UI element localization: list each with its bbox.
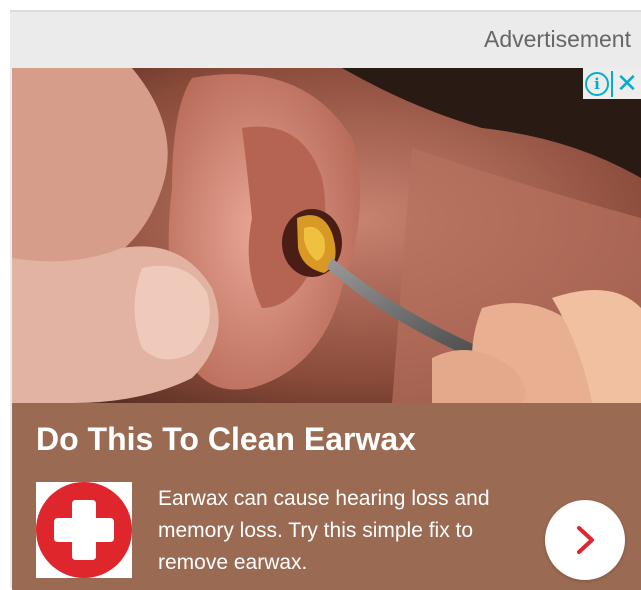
ad-header: Advertisement: [10, 12, 641, 68]
ad-content-panel[interactable]: Do This To Clean Earwax Earwax can cause…: [12, 403, 641, 590]
info-icon[interactable]: i: [583, 68, 611, 99]
ad-headline[interactable]: Do This To Clean Earwax: [36, 421, 416, 458]
advertisement-label: Advertisement: [483, 26, 631, 52]
ad-description: Earwax can cause hearing loss and memory…: [158, 487, 490, 574]
adchoices-badge[interactable]: i ✕: [583, 68, 641, 99]
ad-image[interactable]: i ✕: [12, 68, 641, 403]
ear-cleaning-photo: [12, 68, 641, 403]
chevron-right-icon: [577, 526, 594, 554]
medical-cross-icon: [36, 482, 132, 578]
cta-button[interactable]: [545, 500, 625, 580]
close-icon[interactable]: ✕: [613, 68, 641, 99]
ad-container: Advertisement i ✕ Do This To Clean Earwa…: [10, 10, 641, 590]
